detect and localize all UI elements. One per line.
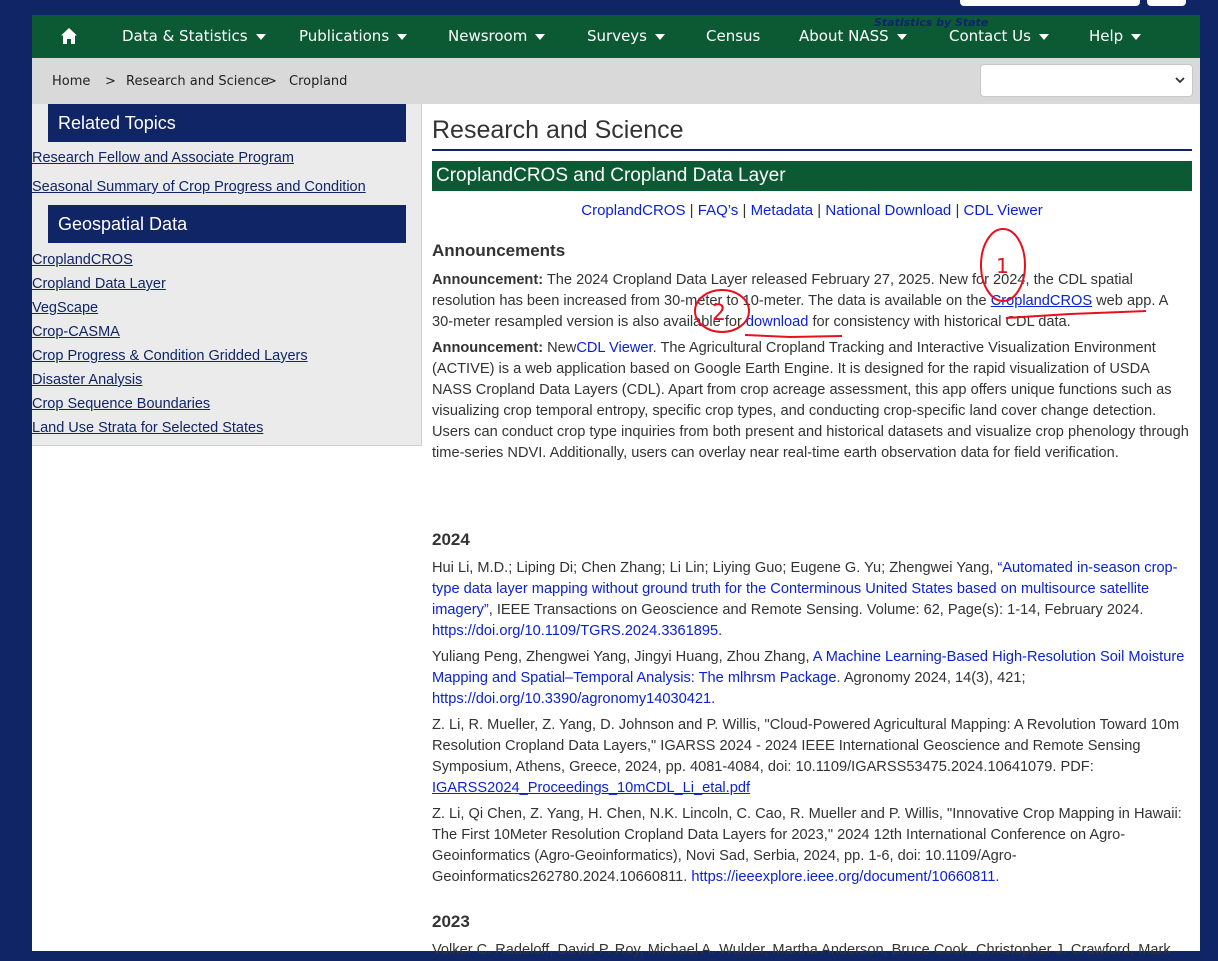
announcement-text: for consistency with historical CDL data… (812, 314, 1071, 330)
publication-source: . Agronomy 2024, 14(3), 421; (836, 670, 1026, 686)
link-national-download[interactable]: National Download (825, 202, 951, 219)
nav-help[interactable]: Help (1089, 15, 1142, 58)
breadcrumb-separator: > (266, 74, 277, 89)
breadcrumb-cropland: Cropland (289, 74, 348, 89)
caret-down-icon (655, 33, 665, 40)
related-topics-heading: Related Topics (48, 104, 406, 142)
nav-data-statistics[interactable]: Data & Statistics (122, 15, 266, 58)
title-divider (432, 149, 1192, 151)
page-title: Research and Science (432, 116, 684, 144)
sidebar-link-crop-sequence[interactable]: Crop Sequence Boundaries (32, 396, 210, 412)
sidebar-link-research-fellow[interactable]: Research Fellow and Associate Program (32, 150, 294, 166)
caret-down-icon (896, 33, 907, 40)
breadcrumb-separator: > (105, 74, 116, 89)
statistics-by-state-label: Statistics by State (874, 16, 989, 29)
publication-tail: . (718, 623, 723, 639)
publication-authors: Volker C. Radeloff, David P. Roy, Michae… (432, 942, 1171, 958)
sidebar-link-crop-casma[interactable]: Crop-CASMA (32, 324, 120, 340)
site-search-input[interactable] (960, 0, 1140, 6)
link-metadata[interactable]: Metadata (751, 202, 814, 219)
site-search-button[interactable] (1147, 0, 1186, 6)
year-heading-2024: 2024 (432, 530, 470, 549)
sidebar-link-disaster-analysis[interactable]: Disaster Analysis (32, 372, 142, 388)
sidebar-link-land-use-strata[interactable]: Land Use Strata for Selected States (32, 420, 263, 436)
quick-links: CroplandCROS | FAQ’s | Metadata | Nation… (432, 202, 1192, 219)
home-icon[interactable] (60, 27, 78, 45)
link-faqs[interactable]: FAQ’s (698, 202, 739, 219)
geospatial-data-heading: Geospatial Data (48, 205, 406, 243)
publication-doi-link[interactable]: https://doi.org/10.3390/agronomy14030421 (432, 691, 711, 707)
announcement-label: Announcement: (432, 272, 544, 288)
announcement-text: . The Agricultural Cropland Tracking and… (432, 340, 1189, 461)
caret-down-icon (255, 33, 266, 40)
nav-label: Contact Us (949, 27, 1031, 45)
publication-tail: . (711, 691, 716, 707)
caret-down-icon (397, 33, 408, 40)
caret-down-icon (1131, 33, 1142, 40)
nav-surveys[interactable]: Surveys (587, 15, 665, 58)
announcements-heading: Announcements (432, 241, 566, 260)
link-separator: | (742, 202, 747, 219)
publication-authors: Z. Li, R. Mueller, Z. Yang, D. Johnson a… (432, 717, 1180, 775)
announcement-label: Announcement: (432, 340, 544, 356)
publication-source: , IEEE Transactions on Geoscience and Re… (488, 602, 1144, 618)
sidebar-link-cdl[interactable]: Cropland Data Layer (32, 276, 166, 292)
sidebar-link-vegscape[interactable]: VegScape (32, 300, 98, 316)
publication-doi-link[interactable]: https://ieeexplore.ieee.org/document/106… (691, 869, 995, 885)
publication-tail: . (995, 869, 1000, 885)
nav-publications[interactable]: Publications (299, 15, 408, 58)
publication-item: Yuliang Peng, Zhengwei Yang, Jingyi Huan… (432, 647, 1192, 710)
state-select[interactable] (980, 64, 1193, 97)
sidebar-link-crop-progress-gridded[interactable]: Crop Progress & Condition Gridded Layers (32, 348, 308, 364)
nav-label: Publications (299, 27, 390, 45)
publication-item: Z. Li, Qi Chen, Z. Yang, H. Chen, N.K. L… (432, 804, 1192, 888)
link-separator: | (689, 202, 694, 219)
nav-label: Surveys (587, 27, 647, 45)
link-cdl-viewer[interactable]: CDL Viewer (964, 202, 1043, 219)
main-navbar: Data & Statistics Publications Newsroom … (32, 15, 1200, 58)
nav-label: Help (1089, 27, 1124, 45)
link-cdl-viewer-inline[interactable]: CDL Viewer (576, 340, 652, 356)
publication-item: Hui Li, M.D.; Liping Di; Chen Zhang; Li … (432, 558, 1192, 642)
nav-label: About NASS (799, 27, 889, 45)
caret-down-icon (1038, 33, 1049, 40)
publication-doi-link[interactable]: https://doi.org/10.1109/TGRS.2024.336189… (432, 623, 718, 639)
publication-pdf-link[interactable]: IGARSS2024_Proceedings_10mCDL_Li_etal.pd… (432, 780, 750, 796)
nav-label: Data & Statistics (122, 27, 248, 45)
publication-authors: Yuliang Peng, Zhengwei Yang, Jingyi Huan… (432, 649, 810, 665)
link-croplandcros-app[interactable]: CroplandCROS (991, 293, 1092, 309)
caret-down-icon (535, 33, 546, 40)
link-separator: | (955, 202, 960, 219)
link-separator: | (817, 202, 822, 219)
announcement-text: New (547, 340, 577, 356)
sidebar-link-seasonal-summary[interactable]: Seasonal Summary of Crop Progress and Co… (32, 179, 366, 195)
nav-label: Newsroom (448, 27, 528, 45)
breadcrumb-research[interactable]: Research and Science (126, 74, 269, 89)
announcement-2: Announcement: NewCDL Viewer. The Agricul… (432, 338, 1192, 464)
breadcrumb-home[interactable]: Home (52, 74, 90, 89)
link-download[interactable]: download (746, 314, 808, 330)
publication-item: Z. Li, R. Mueller, Z. Yang, D. Johnson a… (432, 715, 1192, 799)
announcement-1: Announcement: The 2024 Cropland Data Lay… (432, 270, 1192, 333)
sidebar-link-croplandcros[interactable]: CroplandCROS (32, 252, 133, 268)
publication-authors: Hui Li, M.D.; Liping Di; Chen Zhang; Li … (432, 560, 994, 576)
year-heading-2023: 2023 (432, 912, 470, 931)
link-croplandcros[interactable]: CroplandCROS (581, 202, 685, 219)
nav-census[interactable]: Census (706, 15, 760, 58)
sidebar: Related Topics Research Fellow and Assoc… (32, 104, 422, 446)
nav-newsroom[interactable]: Newsroom (448, 15, 546, 58)
section-heading: CroplandCROS and Cropland Data Layer (432, 161, 1192, 191)
nav-label: Census (706, 27, 761, 45)
chevron-down-icon (1175, 77, 1185, 84)
